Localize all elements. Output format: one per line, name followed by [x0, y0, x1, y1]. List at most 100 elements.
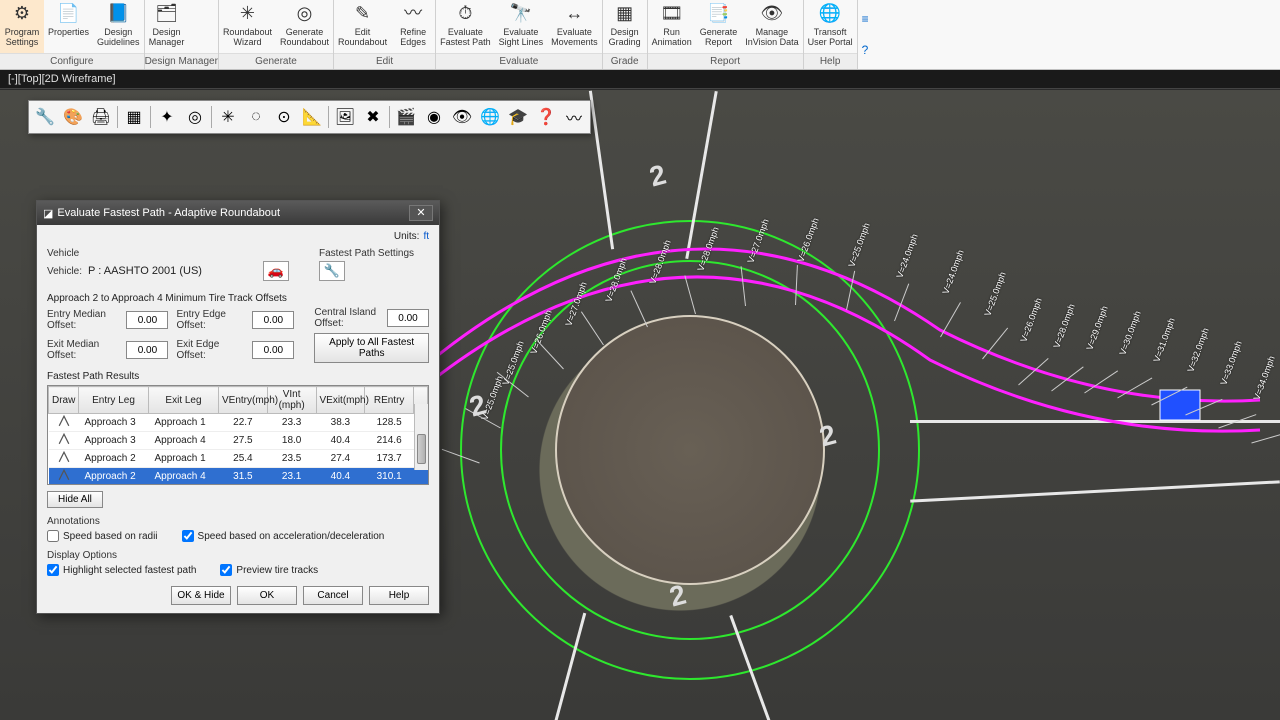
ribbon-button[interactable]: ◎GenerateRoundabout — [276, 0, 333, 53]
toolbar-button[interactable]: 🎬 — [393, 104, 419, 130]
table-row[interactable]: Approach 2Approach 431.523.140.4310.1 — [49, 468, 428, 486]
toolbar-button[interactable]: 🖼 — [332, 104, 358, 130]
ok-hide-button[interactable]: OK & Hide — [171, 586, 231, 605]
ribbon-icon: ▦ — [613, 2, 637, 26]
view-title: [-][Top][2D Wireframe] — [0, 70, 1280, 89]
toolbar-button[interactable]: 🔧 — [32, 104, 58, 130]
chk-accel[interactable]: Speed based on acceleration/deceleration — [182, 530, 385, 542]
toolbar-button[interactable]: ◎ — [182, 104, 208, 130]
toolbar-button[interactable]: 📐 — [299, 104, 325, 130]
ribbon-button[interactable]: 〰RefineEdges — [391, 0, 435, 53]
units-row: Units:ft — [47, 231, 429, 244]
speed-label: V=30.0mph — [1118, 310, 1143, 357]
apply-all-button[interactable]: Apply to All Fastest Paths — [314, 333, 429, 363]
table-cell — [414, 468, 428, 486]
toolbar-button[interactable]: ✳ — [215, 104, 241, 130]
ribbon-button[interactable]: ↔EvaluateMovements — [547, 0, 602, 53]
table-cell: Approach 2 — [79, 468, 149, 486]
ribbon-side-button[interactable]: ≡ — [862, 12, 869, 26]
exit-edge-input[interactable] — [252, 341, 294, 359]
help-button[interactable]: Help — [369, 586, 429, 605]
ribbon-button[interactable]: 🗂DesignManager — [145, 0, 189, 53]
vehicle-picker-button[interactable]: 🚗 — [263, 261, 289, 281]
toolbar-button[interactable]: 🎨 — [60, 104, 86, 130]
ribbon-button[interactable]: 📘DesignGuidelines — [93, 0, 144, 53]
table-row[interactable]: Approach 3Approach 427.518.040.4214.6 — [49, 432, 428, 450]
ribbon-button[interactable]: 🌐TransoftUser Portal — [804, 0, 857, 53]
ribbon-icon: ◎ — [293, 2, 317, 26]
close-button[interactable]: ✕ — [409, 205, 433, 221]
table-header[interactable]: Entry Leg — [79, 387, 149, 414]
toolbar-button[interactable]: 🌐 — [477, 104, 503, 130]
central-offset-label: Central Island Offset: — [314, 307, 379, 329]
entry-edge-input[interactable] — [252, 311, 294, 329]
results-table[interactable]: DrawEntry LegExit LegVEntry(mph)VInt (mp… — [48, 386, 428, 485]
results-label: Fastest Path Results — [47, 371, 429, 382]
toolbar-button[interactable]: ◌ — [243, 104, 269, 130]
table-header[interactable]: VExit(mph) — [316, 387, 365, 414]
dialog-titlebar[interactable]: ◪ Evaluate Fastest Path - Adaptive Round… — [37, 201, 439, 225]
road-edge — [910, 480, 1280, 502]
table-cell: 310.1 — [365, 468, 414, 486]
toolbar-button[interactable]: 〰 — [561, 104, 587, 130]
hide-all-button[interactable]: Hide All — [47, 491, 103, 508]
ribbon-button[interactable]: ⏱EvaluateFastest Path — [436, 0, 495, 53]
table-header[interactable]: Exit Leg — [149, 387, 219, 414]
ok-button[interactable]: OK — [237, 586, 297, 605]
ribbon-side-button[interactable]: ? — [862, 43, 869, 57]
ribbon-button[interactable]: 📑GenerateReport — [696, 0, 742, 53]
table-row[interactable]: Approach 3Approach 122.723.338.3128.5 — [49, 414, 428, 432]
table-cell — [49, 450, 79, 468]
table-header[interactable]: REntry — [365, 387, 414, 414]
ribbon-icon: 〰 — [401, 2, 425, 26]
ribbon-button-label: EvaluateFastest Path — [440, 28, 491, 48]
toolbar-button[interactable]: ▦ — [121, 104, 147, 130]
ribbon-group-label: Evaluate — [436, 53, 602, 69]
toolbar-button[interactable]: 👁 — [449, 104, 475, 130]
table-cell: 214.6 — [365, 432, 414, 450]
ribbon-button-label: GenerateRoundabout — [280, 28, 329, 48]
ribbon-button[interactable]: 👁ManageInVision Data — [741, 0, 802, 53]
table-cell: Approach 3 — [79, 414, 149, 432]
central-offset-input[interactable] — [387, 309, 429, 327]
ribbon-button-label: DesignGuidelines — [97, 28, 140, 48]
ribbon-button[interactable]: ⚙ProgramSettings — [0, 0, 44, 53]
ribbon-button[interactable]: 🎞RunAnimation — [648, 0, 696, 53]
ribbon-button[interactable]: ✎EditRoundabout — [334, 0, 391, 53]
toolbar-button[interactable]: ❓ — [533, 104, 559, 130]
toolbar-button[interactable]: ◉ — [421, 104, 447, 130]
central-island — [555, 315, 825, 585]
entry-median-input[interactable] — [126, 311, 168, 329]
ribbon-button[interactable]: 📄Properties — [44, 0, 93, 53]
vehicle-label: Vehicle: — [47, 266, 82, 277]
table-cell: 27.4 — [316, 450, 365, 468]
toolbar-button[interactable]: ✦ — [154, 104, 180, 130]
table-cell: Approach 1 — [149, 450, 219, 468]
exit-median-input[interactable] — [126, 341, 168, 359]
toolbar-button[interactable]: 🖨 — [88, 104, 114, 130]
toolbar-button[interactable]: ⊙ — [271, 104, 297, 130]
table-header[interactable]: Draw — [49, 387, 79, 414]
ribbon-button-label: EvaluateMovements — [551, 28, 598, 48]
cancel-button[interactable]: Cancel — [303, 586, 363, 605]
fps-settings-button[interactable]: 🔧 — [319, 261, 345, 281]
ribbon-button[interactable]: ✳RoundaboutWizard — [219, 0, 276, 53]
chk-tracks[interactable]: Preview tire tracks — [220, 564, 318, 576]
ribbon-button[interactable]: ▦DesignGrading — [603, 0, 647, 53]
ribbon-group: ✳RoundaboutWizard◎GenerateRoundaboutGene… — [219, 0, 334, 69]
speed-tick — [982, 327, 1008, 359]
ribbon-button[interactable]: 🔭EvaluateSight Lines — [495, 0, 548, 53]
exit-median-label: Exit Median Offset: — [47, 339, 118, 361]
chk-radii[interactable]: Speed based on radii — [47, 530, 158, 542]
table-header[interactable]: VEntry(mph) — [219, 387, 268, 414]
vertical-scrollbar[interactable] — [414, 404, 428, 470]
ribbon-group-label: Help — [804, 53, 857, 69]
table-row[interactable]: Approach 2Approach 125.423.527.4173.7 — [49, 450, 428, 468]
speed-label: V=24.0mph — [895, 232, 920, 279]
toolbar-button[interactable]: ✖ — [360, 104, 386, 130]
toolbar-button[interactable]: 🎓 — [505, 104, 531, 130]
ribbon-button-label: ManageInVision Data — [745, 28, 798, 48]
units-link[interactable]: ft — [423, 231, 429, 242]
chk-highlight[interactable]: Highlight selected fastest path — [47, 564, 196, 576]
speed-label: V=26.0mph — [1019, 297, 1044, 344]
